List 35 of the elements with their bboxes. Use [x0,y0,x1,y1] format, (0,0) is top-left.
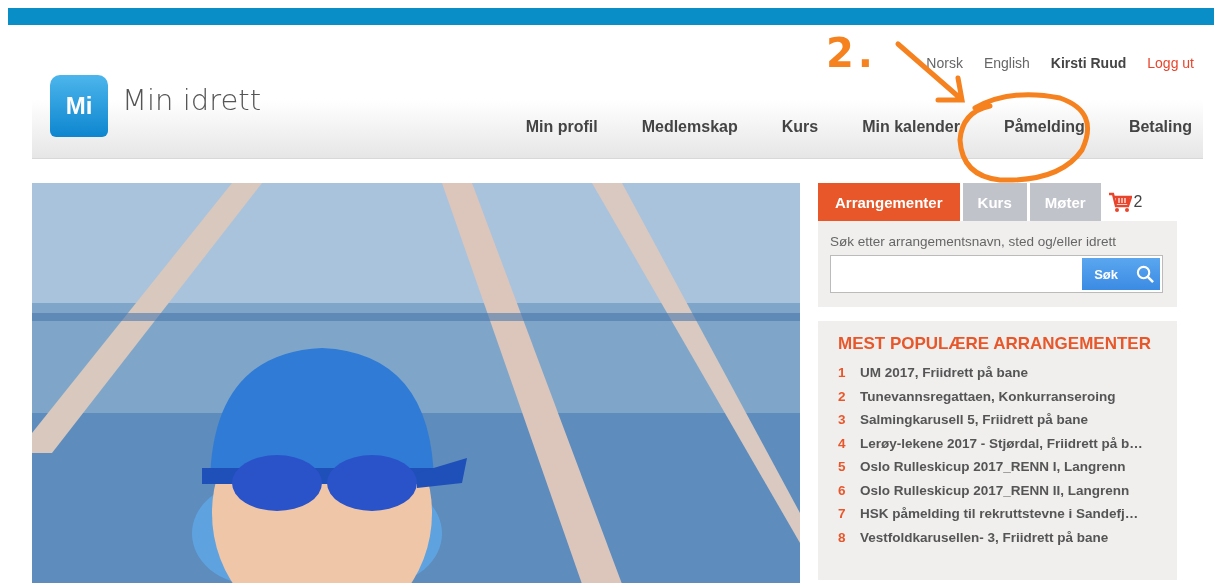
event-link[interactable]: HSK påmelding til rekruttstevne i Sandefj… [860,506,1139,522]
event-link[interactable]: Lerøy-lekene 2017 - Stjørdal, Friidrett på b… [860,435,1143,451]
nav-link[interactable]: Medlemskap [641,112,738,142]
rank-number: 3 [838,412,847,428]
event-link[interactable]: Oslo Rulleskicup 2017_RENN I, Langrenn [860,459,1126,475]
hand-drawn-arrow [895,41,965,103]
event-link[interactable]: Salmingkarusell 5, Friidrett på bane [860,412,1089,428]
nav-link[interactable]: Min profil [525,112,598,142]
search-icon [1136,265,1154,283]
logo-text[interactable]: Min idrett [122,83,261,117]
rank-number: 1 [838,365,847,381]
logout-link[interactable]: Logg ut [1147,55,1194,71]
nav-link[interactable]: Påmelding [1003,112,1085,142]
rank-number: 6 [838,482,847,498]
rank-number: 2 [838,388,847,404]
rank-number: 8 [838,529,847,545]
nav-link[interactable]: Kurs [781,112,819,142]
event-link[interactable]: Oslo Rulleskicup 2017_RENN II, Langrenn [860,482,1130,498]
event-link[interactable]: UM 2017, Friidrett på bane [860,365,1029,381]
cart-icon [1107,191,1132,213]
language-link[interactable]: Norsk [926,55,963,71]
rank-number: 4 [838,435,847,451]
nav-link[interactable]: Min kalender [862,112,960,142]
event-link[interactable]: Tunevannsregattaen, Konkurranseroing [860,388,1116,404]
cart-count: 2 [1133,193,1143,211]
nav-link[interactable]: Betaling [1128,112,1192,142]
language-link[interactable]: English [983,55,1030,71]
user-name[interactable]: Kirsti Ruud [1050,55,1127,71]
event-link[interactable]: Vestfoldkarusellen- 3, Friidrett på bane [860,529,1109,545]
rank-number: 5 [838,459,847,475]
annotation-number: 2. [826,30,878,76]
rank-number: 7 [838,506,847,522]
search-label: Søk etter arrangementsnavn, sted og/eller idrett [830,234,1117,249]
tab[interactable]: Arrangementer [818,183,960,221]
panel-title: MEST POPULÆRE ARRANGEMENTER [838,334,1152,354]
